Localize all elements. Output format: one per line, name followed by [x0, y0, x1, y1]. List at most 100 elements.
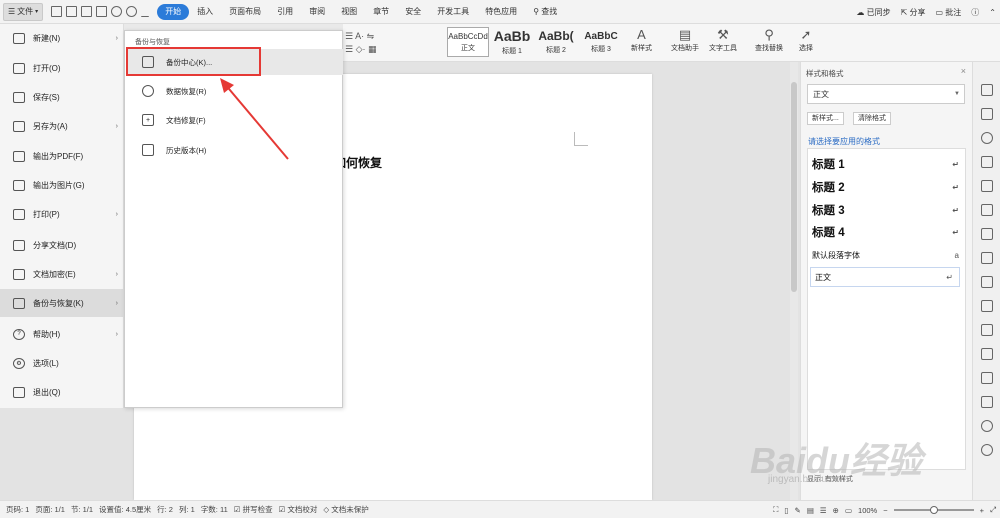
doc-helper-button[interactable]: ▤ 文档助手	[671, 27, 699, 53]
menu-item-export-image[interactable]: 输出为图片(G)	[0, 171, 124, 199]
location-icon[interactable]	[981, 132, 993, 144]
find-replace-button[interactable]: ⚲ 查找替换	[755, 27, 783, 53]
style-list-item-default-font[interactable]: 默认段落字体 a	[808, 245, 965, 265]
adjust-icon[interactable]	[981, 252, 993, 264]
help-icon[interactable]: ⓘ	[971, 7, 979, 18]
new-style-panel-button[interactable]: 新样式...	[807, 112, 844, 125]
style-list-item-heading-2[interactable]: 标题 2 ↵	[808, 176, 965, 198]
select-pointer-icon[interactable]	[981, 108, 993, 120]
zoom-slider-knob[interactable]	[929, 506, 938, 514]
search-tab[interactable]: ⚲ 查找	[525, 4, 565, 20]
tab-insert[interactable]: 插入	[189, 4, 221, 20]
menu-item-print[interactable]: 打印(P) ›	[0, 200, 124, 228]
redo-icon[interactable]	[126, 6, 138, 17]
menu-item-encrypt[interactable]: 文档加密(E) ›	[0, 260, 124, 288]
menu-item-share[interactable]: 分享文档(D)	[0, 231, 124, 259]
shapes-icon[interactable]	[981, 156, 993, 168]
chart-icon[interactable]	[981, 228, 993, 240]
status-row[interactable]: 行: 2	[157, 504, 173, 515]
style-heading-2[interactable]: AaBb( 标题 2	[535, 27, 577, 57]
archive-icon[interactable]	[981, 372, 993, 384]
text-tools-button[interactable]: ⚒ 文字工具	[709, 27, 737, 53]
style-list-item-heading-4[interactable]: 标题 4 ↵	[808, 221, 965, 243]
proofread-button[interactable]: ☑ 文档校对	[279, 504, 318, 515]
status-page[interactable]: 页面: 1/1	[35, 504, 65, 515]
select-button[interactable]: ➚ 选择	[799, 27, 813, 53]
style-list-item-heading-1[interactable]: 标题 1 ↵	[808, 153, 965, 175]
fit-icon[interactable]: ⤢	[990, 505, 996, 515]
style-list-item-body[interactable]: 正文 ↵	[810, 267, 960, 287]
tab-view[interactable]: 视图	[333, 4, 365, 20]
spell-check-button[interactable]: ☑ 拼写检查	[234, 504, 273, 515]
current-style-select[interactable]: 正文 ▼	[807, 84, 965, 104]
status-section[interactable]: 节: 1/1	[71, 504, 93, 515]
undo-icon[interactable]	[111, 6, 123, 17]
preview-quick-icon[interactable]	[96, 6, 108, 17]
fullscreen-icon[interactable]: ⛶	[773, 505, 778, 515]
layout-icon[interactable]	[981, 300, 993, 312]
print-quick-icon[interactable]	[81, 6, 93, 17]
history-icon	[142, 144, 154, 156]
scrollbar-thumb[interactable]	[791, 82, 797, 292]
tab-review[interactable]: 审阅	[301, 4, 333, 20]
menu-item-help[interactable]: ? 帮助(H) ›	[0, 320, 124, 348]
edit-icon[interactable]	[981, 276, 993, 288]
zoom-out-icon[interactable]: −	[883, 506, 887, 515]
zoom-in-icon[interactable]: +	[980, 506, 984, 515]
menu-item-save[interactable]: 保存(S)	[0, 83, 124, 111]
style-pane-icon[interactable]	[981, 84, 993, 96]
status-setting[interactable]: 设置值: 4.5厘米	[99, 504, 151, 515]
page-view-icon[interactable]: ▤	[807, 506, 814, 515]
fill-icon[interactable]	[981, 180, 993, 192]
reading-mode-icon[interactable]: ▯	[784, 506, 788, 515]
image-icon[interactable]	[981, 396, 993, 408]
sync-status[interactable]: ☁ 已同步	[856, 7, 890, 18]
clear-format-button[interactable]: 清除格式	[853, 112, 891, 125]
menu-item-open[interactable]: 打开(O)	[0, 54, 124, 82]
pen-icon[interactable]: ✎	[795, 506, 801, 515]
tab-section[interactable]: 章节	[365, 4, 397, 20]
close-icon[interactable]: ×	[961, 66, 966, 76]
translate-icon[interactable]	[981, 420, 993, 432]
menu-item-options[interactable]: ⚙ 选项(L)	[0, 349, 124, 377]
focus-view-icon[interactable]: ▭	[845, 506, 852, 515]
tab-references[interactable]: 引用	[269, 4, 301, 20]
file-menu-label: 文件	[17, 7, 34, 16]
customize-toolbar-icon[interactable]	[141, 6, 150, 17]
style-list-item-heading-3[interactable]: 标题 3 ↵	[808, 199, 965, 221]
zoom-slider[interactable]	[893, 506, 974, 514]
menu-item-backup-restore[interactable]: 备份与恢复(K) ›	[0, 289, 124, 317]
menu-item-new[interactable]: 新建(N) ›	[0, 24, 124, 52]
protect-status[interactable]: ◇ 文档未保护	[323, 504, 368, 515]
web-view-icon[interactable]: ⊕	[833, 506, 839, 515]
pdf-quick-icon[interactable]	[66, 6, 78, 17]
history-icon[interactable]	[981, 444, 993, 456]
new-style-button[interactable]: A 新样式	[631, 27, 652, 53]
tab-security[interactable]: 安全	[397, 4, 429, 20]
tab-developer[interactable]: 开发工具	[429, 4, 477, 20]
menu-item-exit[interactable]: 退出(Q)	[0, 378, 124, 406]
magnifier-icon: ⚲	[764, 27, 774, 42]
share-button[interactable]: ⇱ 分享	[901, 7, 926, 18]
menu-item-save-as[interactable]: 另存为(A) ›	[0, 112, 124, 140]
status-words[interactable]: 字数: 11	[201, 504, 228, 515]
table-icon[interactable]	[981, 204, 993, 216]
outline-view-icon[interactable]: ☰	[820, 506, 827, 515]
screen-icon[interactable]	[981, 348, 993, 360]
tab-features[interactable]: 特色应用	[477, 4, 525, 20]
status-page-code[interactable]: 页码: 1	[6, 504, 29, 515]
style-heading-1[interactable]: AaBb 标题 1	[491, 27, 533, 57]
save-quick-icon[interactable]	[51, 6, 63, 17]
tab-page-layout[interactable]: 页面布局	[221, 4, 269, 20]
zoom-level[interactable]: 100%	[858, 506, 877, 515]
menu-item-export-pdf[interactable]: 输出为PDF(F)	[0, 142, 124, 170]
comment-button[interactable]: ▭ 批注	[936, 7, 962, 18]
paragraph-tools[interactable]: ☰ A· ⇋ ☰ ◇· ▦	[345, 30, 377, 56]
style-normal[interactable]: AaBbCcDd 正文	[447, 27, 489, 57]
collapse-ribbon-icon[interactable]: ⌃	[989, 8, 996, 17]
status-col[interactable]: 列: 1	[179, 504, 195, 515]
comment-icon[interactable]	[981, 324, 993, 336]
tab-home[interactable]: 开始	[157, 3, 190, 20]
style-heading-3[interactable]: AaBbC 标题 3	[579, 27, 623, 57]
file-menu-button[interactable]: ☰ 文件 ▾	[3, 2, 44, 21]
